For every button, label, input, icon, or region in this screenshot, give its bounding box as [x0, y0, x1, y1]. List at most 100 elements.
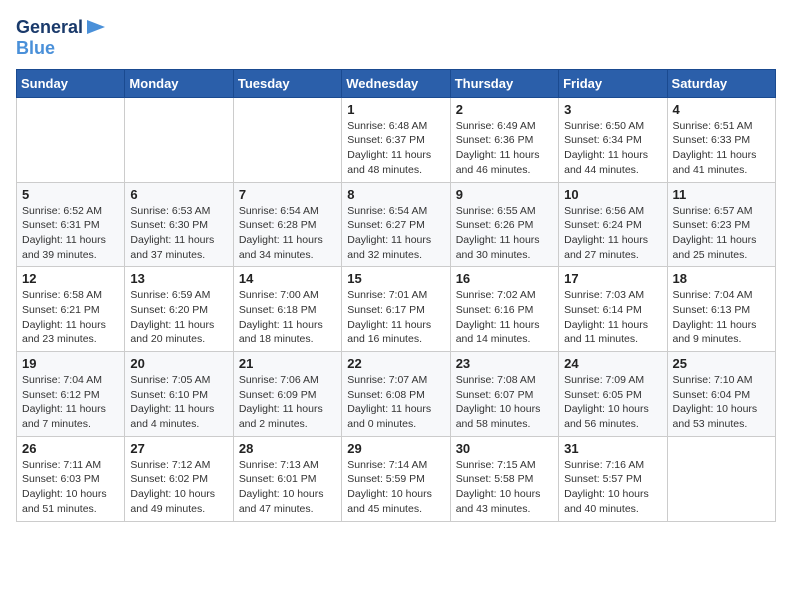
- calendar-cell: 1 Sunrise: 6:48 AM Sunset: 6:37 PM Daylig…: [342, 97, 450, 182]
- day-info: Sunrise: 6:52 AM Sunset: 6:31 PM Dayligh…: [22, 204, 119, 263]
- calendar-cell: [667, 436, 775, 521]
- calendar-cell: 27Sunrise: 7:12 AM Sunset: 6:02 PM Dayli…: [125, 436, 233, 521]
- day-number: 16: [456, 271, 553, 286]
- calendar-cell: 17 Sunrise: 7:03 AM Sunset: 6:14 PM Dayli…: [559, 267, 667, 352]
- calendar-cell: 20 Sunrise: 7:05 AM Sunset: 6:10 PM Dayli…: [125, 352, 233, 437]
- logo-text-blue: Blue: [16, 39, 55, 59]
- calendar-cell: 9 Sunrise: 6:55 AM Sunset: 6:26 PM Daylig…: [450, 182, 558, 267]
- logo: General Blue: [16, 16, 105, 59]
- day-number: 19: [22, 356, 119, 371]
- calendar-week-row: 26Sunrise: 7:11 AM Sunset: 6:03 PM Dayli…: [17, 436, 776, 521]
- day-number: 15: [347, 271, 444, 286]
- day-info: Sunrise: 7:07 AM Sunset: 6:08 PM Dayligh…: [347, 373, 444, 432]
- day-number: 5: [22, 187, 119, 202]
- calendar-cell: 18 Sunrise: 7:04 AM Sunset: 6:13 PM Dayli…: [667, 267, 775, 352]
- day-number: 4: [673, 102, 770, 117]
- day-info: Sunrise: 7:09 AM Sunset: 6:05 PM Dayligh…: [564, 373, 661, 432]
- calendar-week-row: 12 Sunrise: 6:58 AM Sunset: 6:21 PM Dayli…: [17, 267, 776, 352]
- calendar-cell: 6Sunrise: 6:53 AM Sunset: 6:30 PM Daylig…: [125, 182, 233, 267]
- day-number: 9: [456, 187, 553, 202]
- column-header-sunday: Sunday: [17, 69, 125, 97]
- day-info: Sunrise: 6:51 AM Sunset: 6:33 PM Dayligh…: [673, 119, 770, 178]
- calendar-cell: 22Sunrise: 7:07 AM Sunset: 6:08 PM Dayli…: [342, 352, 450, 437]
- day-number: 1: [347, 102, 444, 117]
- day-info: Sunrise: 7:00 AM Sunset: 6:18 PM Dayligh…: [239, 288, 336, 347]
- day-number: 17: [564, 271, 661, 286]
- day-info: Sunrise: 7:04 AM Sunset: 6:12 PM Dayligh…: [22, 373, 119, 432]
- day-info: Sunrise: 6:48 AM Sunset: 6:37 PM Dayligh…: [347, 119, 444, 178]
- day-number: 12: [22, 271, 119, 286]
- day-number: 13: [130, 271, 227, 286]
- column-header-thursday: Thursday: [450, 69, 558, 97]
- column-header-monday: Monday: [125, 69, 233, 97]
- day-info: Sunrise: 6:57 AM Sunset: 6:23 PM Dayligh…: [673, 204, 770, 263]
- day-number: 30: [456, 441, 553, 456]
- calendar-cell: 16 Sunrise: 7:02 AM Sunset: 6:16 PM Dayli…: [450, 267, 558, 352]
- calendar-cell: [125, 97, 233, 182]
- day-number: 2: [456, 102, 553, 117]
- day-number: 24: [564, 356, 661, 371]
- calendar-cell: 21 Sunrise: 7:06 AM Sunset: 6:09 PM Dayli…: [233, 352, 341, 437]
- day-number: 31: [564, 441, 661, 456]
- day-info: Sunrise: 6:54 AM Sunset: 6:27 PM Dayligh…: [347, 204, 444, 263]
- day-info: Sunrise: 7:10 AM Sunset: 6:04 PM Dayligh…: [673, 373, 770, 432]
- day-info: Sunrise: 7:02 AM Sunset: 6:16 PM Dayligh…: [456, 288, 553, 347]
- day-info: Sunrise: 7:06 AM Sunset: 6:09 PM Dayligh…: [239, 373, 336, 432]
- day-number: 8: [347, 187, 444, 202]
- calendar-table: SundayMondayTuesdayWednesdayThursdayFrid…: [16, 69, 776, 522]
- calendar-cell: 13 Sunrise: 6:59 AM Sunset: 6:20 PM Dayli…: [125, 267, 233, 352]
- day-info: Sunrise: 7:01 AM Sunset: 6:17 PM Dayligh…: [347, 288, 444, 347]
- calendar-cell: [17, 97, 125, 182]
- day-number: 20: [130, 356, 227, 371]
- day-info: Sunrise: 6:50 AM Sunset: 6:34 PM Dayligh…: [564, 119, 661, 178]
- column-header-saturday: Saturday: [667, 69, 775, 97]
- day-info: Sunrise: 6:58 AM Sunset: 6:21 PM Dayligh…: [22, 288, 119, 347]
- calendar-cell: 31 Sunrise: 7:16 AM Sunset: 5:57 PM Dayli…: [559, 436, 667, 521]
- calendar-cell: 8 Sunrise: 6:54 AM Sunset: 6:27 PM Daylig…: [342, 182, 450, 267]
- day-number: 27: [130, 441, 227, 456]
- calendar-cell: 29 Sunrise: 7:14 AM Sunset: 5:59 PM Dayli…: [342, 436, 450, 521]
- day-number: 11: [673, 187, 770, 202]
- day-info: Sunrise: 6:54 AM Sunset: 6:28 PM Dayligh…: [239, 204, 336, 263]
- day-info: Sunrise: 6:53 AM Sunset: 6:30 PM Dayligh…: [130, 204, 227, 263]
- day-number: 26: [22, 441, 119, 456]
- calendar-header-row: SundayMondayTuesdayWednesdayThursdayFrid…: [17, 69, 776, 97]
- day-number: 25: [673, 356, 770, 371]
- calendar-cell: 24 Sunrise: 7:09 AM Sunset: 6:05 PM Dayli…: [559, 352, 667, 437]
- day-number: 28: [239, 441, 336, 456]
- logo-arrow-icon: [87, 20, 105, 34]
- day-info: Sunrise: 7:14 AM Sunset: 5:59 PM Dayligh…: [347, 458, 444, 517]
- day-number: 7: [239, 187, 336, 202]
- logo-text-general: General: [16, 18, 83, 38]
- calendar-cell: 14 Sunrise: 7:00 AM Sunset: 6:18 PM Dayli…: [233, 267, 341, 352]
- day-number: 3: [564, 102, 661, 117]
- day-info: Sunrise: 6:49 AM Sunset: 6:36 PM Dayligh…: [456, 119, 553, 178]
- calendar-cell: 23Sunrise: 7:08 AM Sunset: 6:07 PM Dayli…: [450, 352, 558, 437]
- calendar-cell: 12 Sunrise: 6:58 AM Sunset: 6:21 PM Dayli…: [17, 267, 125, 352]
- column-header-friday: Friday: [559, 69, 667, 97]
- day-info: Sunrise: 6:59 AM Sunset: 6:20 PM Dayligh…: [130, 288, 227, 347]
- day-info: Sunrise: 7:15 AM Sunset: 5:58 PM Dayligh…: [456, 458, 553, 517]
- page-header: General Blue: [16, 16, 776, 59]
- calendar-week-row: 1 Sunrise: 6:48 AM Sunset: 6:37 PM Daylig…: [17, 97, 776, 182]
- day-info: Sunrise: 7:04 AM Sunset: 6:13 PM Dayligh…: [673, 288, 770, 347]
- day-info: Sunrise: 7:13 AM Sunset: 6:01 PM Dayligh…: [239, 458, 336, 517]
- calendar-cell: 7 Sunrise: 6:54 AM Sunset: 6:28 PM Daylig…: [233, 182, 341, 267]
- day-info: Sunrise: 7:05 AM Sunset: 6:10 PM Dayligh…: [130, 373, 227, 432]
- day-info: Sunrise: 7:03 AM Sunset: 6:14 PM Dayligh…: [564, 288, 661, 347]
- column-header-wednesday: Wednesday: [342, 69, 450, 97]
- calendar-cell: 4 Sunrise: 6:51 AM Sunset: 6:33 PM Daylig…: [667, 97, 775, 182]
- day-number: 18: [673, 271, 770, 286]
- day-info: Sunrise: 6:56 AM Sunset: 6:24 PM Dayligh…: [564, 204, 661, 263]
- day-number: 21: [239, 356, 336, 371]
- day-info: Sunrise: 7:16 AM Sunset: 5:57 PM Dayligh…: [564, 458, 661, 517]
- calendar-cell: 3 Sunrise: 6:50 AM Sunset: 6:34 PM Daylig…: [559, 97, 667, 182]
- day-info: Sunrise: 6:55 AM Sunset: 6:26 PM Dayligh…: [456, 204, 553, 263]
- day-number: 14: [239, 271, 336, 286]
- calendar-cell: [233, 97, 341, 182]
- calendar-cell: 5 Sunrise: 6:52 AM Sunset: 6:31 PM Daylig…: [17, 182, 125, 267]
- calendar-week-row: 5 Sunrise: 6:52 AM Sunset: 6:31 PM Daylig…: [17, 182, 776, 267]
- calendar-cell: 28 Sunrise: 7:13 AM Sunset: 6:01 PM Dayli…: [233, 436, 341, 521]
- day-info: Sunrise: 7:08 AM Sunset: 6:07 PM Dayligh…: [456, 373, 553, 432]
- day-number: 29: [347, 441, 444, 456]
